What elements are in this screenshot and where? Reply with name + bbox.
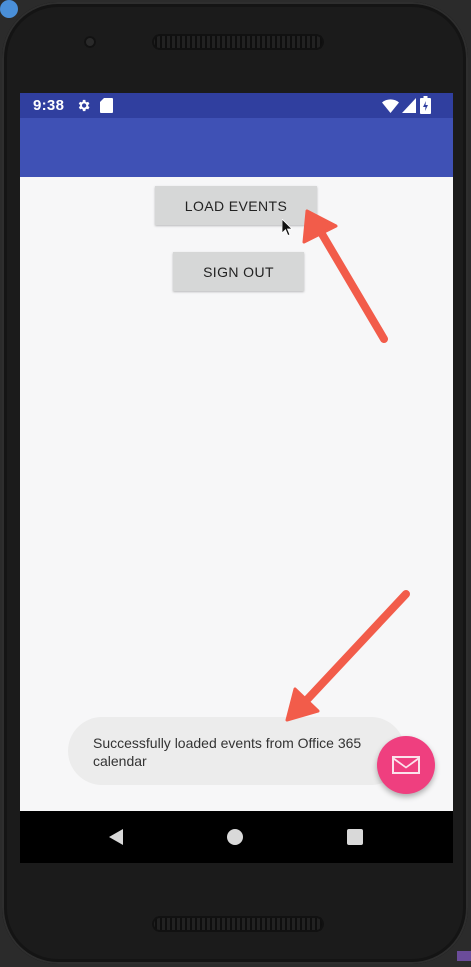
top-speaker-grille [152, 34, 324, 50]
status-time: 9:38 [33, 97, 65, 114]
back-icon[interactable] [107, 828, 125, 846]
host-app-icon [0, 0, 18, 18]
navigation-bar [20, 811, 453, 863]
mail-icon [392, 756, 420, 774]
front-camera [84, 36, 96, 48]
bottom-speaker-grille [152, 916, 324, 932]
device-screen: 9:38 LOAD EVENTS SIGN OUT Successfully l… [20, 93, 453, 863]
sd-card-icon [100, 98, 113, 113]
mail-fab-button[interactable] [377, 736, 435, 794]
wifi-icon [382, 99, 399, 113]
recents-icon[interactable] [347, 829, 363, 845]
app-toolbar [20, 118, 453, 177]
toast-message: Successfully loaded events from Office 3… [68, 717, 405, 785]
sign-out-button[interactable]: SIGN OUT [173, 252, 304, 291]
cell-signal-icon [402, 98, 416, 113]
mouse-pointer-icon [282, 219, 293, 237]
home-icon[interactable] [227, 829, 243, 845]
settings-gear-icon [78, 99, 90, 112]
battery-icon [420, 96, 431, 114]
host-window-edge [457, 951, 471, 961]
status-bar: 9:38 [20, 93, 453, 118]
